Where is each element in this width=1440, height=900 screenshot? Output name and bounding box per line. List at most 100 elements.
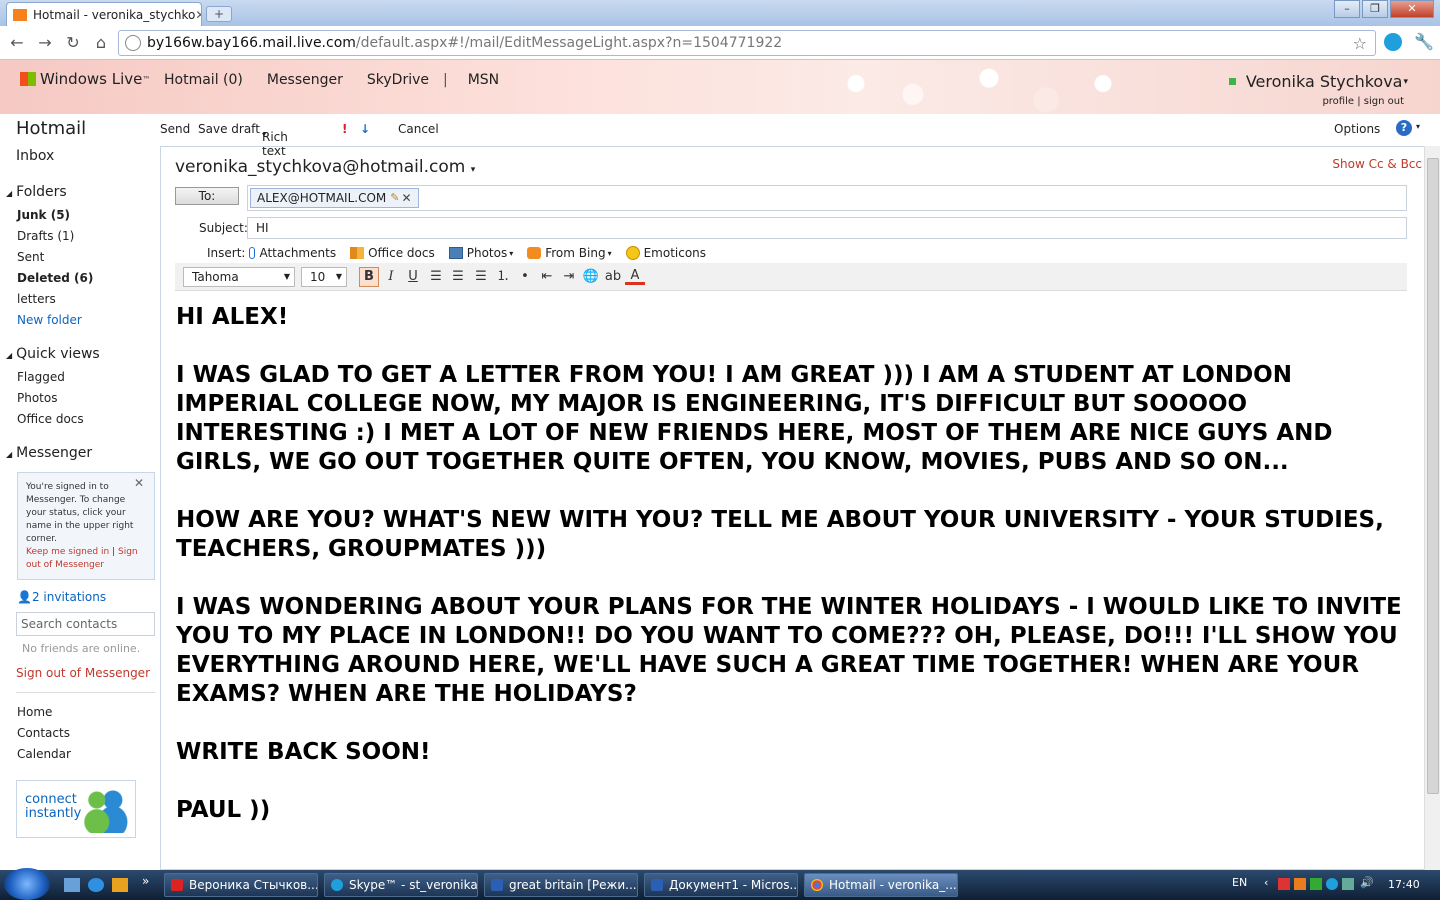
skype-extension-icon[interactable] bbox=[1384, 33, 1402, 51]
insert-attachments[interactable]: Attachments bbox=[249, 246, 336, 260]
to-field[interactable]: ALEX@HOTMAIL.COM ✎ ✕ bbox=[247, 185, 1407, 211]
taskbar-item-opera[interactable]: Вероника Стычков... bbox=[164, 873, 318, 897]
skype-tray-icon[interactable] bbox=[1326, 878, 1338, 890]
sidebar-item-junk[interactable]: Junk (5) bbox=[17, 208, 70, 222]
send-button[interactable]: Send bbox=[160, 122, 190, 136]
sidebar-item-letters[interactable]: letters bbox=[17, 292, 56, 306]
nav-skydrive[interactable]: SkyDrive bbox=[367, 72, 429, 88]
sidebar-item-photos[interactable]: Photos bbox=[17, 391, 57, 405]
home-icon[interactable]: ⌂ bbox=[90, 33, 112, 52]
sidebar-item-inbox[interactable]: Inbox bbox=[16, 148, 54, 164]
clock[interactable]: 17:40 bbox=[1388, 878, 1420, 891]
keep-signed-in-link[interactable]: Keep me signed in bbox=[26, 547, 109, 557]
to-button[interactable]: To: bbox=[175, 187, 239, 205]
save-draft-button[interactable]: Save draft bbox=[198, 122, 260, 136]
caret-down-icon[interactable]: ▾ bbox=[1416, 122, 1420, 131]
maximize-icon[interactable]: ❐ bbox=[1362, 0, 1388, 18]
address-bar[interactable]: by166w.bay166.mail.live.com/default.aspx… bbox=[118, 30, 1376, 56]
align-center-icon[interactable]: ☰ bbox=[448, 267, 468, 287]
close-tab-icon[interactable]: ✕ bbox=[195, 8, 201, 22]
font-family-select[interactable]: Tahoma ▼ bbox=[183, 267, 295, 287]
tray-app-icon[interactable] bbox=[1278, 878, 1290, 890]
sidebar-item-office-docs[interactable]: Office docs bbox=[17, 412, 84, 426]
insert-from-bing[interactable]: From Bing ▾ bbox=[527, 246, 612, 260]
numbered-list-icon[interactable]: ⒈ bbox=[493, 267, 513, 287]
forward-icon[interactable]: → bbox=[34, 33, 56, 52]
network-icon[interactable] bbox=[1342, 878, 1354, 890]
from-address[interactable]: veronika_stychkova@hotmail.com ▾ bbox=[175, 157, 475, 177]
media-player-icon[interactable] bbox=[112, 878, 128, 892]
sidebar-item-sent[interactable]: Sent bbox=[17, 250, 44, 264]
folders-heading[interactable]: ◢ Folders bbox=[6, 184, 67, 200]
insert-link-icon[interactable]: 🌐 bbox=[581, 267, 601, 287]
remove-recipient-icon[interactable]: ✕ bbox=[402, 189, 412, 207]
sign-out-messenger-link[interactable]: Sign out of Messenger bbox=[16, 666, 150, 680]
new-folder-link[interactable]: New folder bbox=[17, 313, 82, 327]
cancel-button[interactable]: Cancel bbox=[398, 122, 439, 136]
quick-launch-expand-icon[interactable]: » bbox=[142, 874, 149, 888]
start-button[interactable] bbox=[4, 868, 50, 900]
internet-explorer-icon[interactable] bbox=[88, 878, 104, 892]
sidebar-item-deleted[interactable]: Deleted (6) bbox=[17, 271, 93, 285]
insert-emoticons[interactable]: Emoticons bbox=[625, 246, 706, 260]
subject-input[interactable]: HI bbox=[247, 217, 1407, 239]
options-button[interactable]: Options bbox=[1334, 122, 1380, 136]
nav-msn[interactable]: MSN bbox=[468, 72, 499, 88]
show-desktop-icon[interactable] bbox=[64, 878, 80, 892]
connect-instantly-ad[interactable]: connect instantly bbox=[16, 780, 136, 838]
minimize-icon[interactable]: – bbox=[1334, 0, 1360, 18]
help-icon[interactable]: ? bbox=[1396, 120, 1412, 136]
tray-app-icon[interactable] bbox=[1310, 878, 1322, 890]
wrench-menu-icon[interactable]: 🔧 bbox=[1414, 32, 1434, 51]
low-importance-icon[interactable]: ↓ bbox=[360, 122, 370, 136]
recipient-chip[interactable]: ALEX@HOTMAIL.COM ✎ ✕ bbox=[250, 188, 419, 208]
sidebar-item-contacts[interactable]: Contacts bbox=[17, 726, 70, 740]
browser-tab[interactable]: Hotmail - veronika_stychko ✕ bbox=[6, 2, 202, 26]
show-cc-bcc-link[interactable]: Show Cc & Bcc bbox=[1332, 157, 1422, 171]
language-indicator[interactable]: EN bbox=[1232, 876, 1247, 889]
highlight-icon[interactable]: ab bbox=[603, 267, 623, 287]
italic-button[interactable]: I bbox=[381, 267, 401, 287]
taskbar-item-chrome-hotmail[interactable]: Hotmail - veronika_... bbox=[804, 873, 958, 897]
high-importance-icon[interactable]: ! bbox=[342, 122, 347, 136]
reload-icon[interactable]: ↻ bbox=[62, 33, 84, 52]
messenger-heading[interactable]: ◢ Messenger bbox=[6, 445, 92, 461]
sign-out-link[interactable]: sign out bbox=[1364, 96, 1404, 107]
sidebar-title[interactable]: Hotmail bbox=[16, 118, 86, 139]
increase-indent-icon[interactable]: ⇥ bbox=[559, 267, 579, 287]
message-body[interactable]: HI ALEX! I WAS GLAD TO GET A LETTER FROM… bbox=[176, 303, 1416, 854]
user-menu[interactable]: Veronika Stychkova ▾ bbox=[1228, 72, 1408, 91]
font-color-icon[interactable]: A bbox=[625, 267, 645, 285]
taskbar-item-skype[interactable]: Skype™ - st_veronika bbox=[324, 873, 478, 897]
page-info-icon[interactable] bbox=[125, 35, 141, 51]
nav-hotmail[interactable]: Hotmail (0) bbox=[164, 72, 243, 88]
insert-photos[interactable]: Photos ▾ bbox=[448, 246, 513, 260]
show-hidden-icons-icon[interactable]: ‹ bbox=[1264, 876, 1268, 889]
back-icon[interactable]: ← bbox=[6, 33, 28, 52]
sidebar-item-drafts[interactable]: Drafts (1) bbox=[17, 229, 74, 243]
bold-button[interactable]: B bbox=[359, 267, 379, 287]
sidebar-item-home[interactable]: Home bbox=[17, 705, 52, 719]
font-size-select[interactable]: 10 ▼ bbox=[301, 267, 347, 287]
new-tab-button[interactable]: + bbox=[206, 6, 232, 22]
underline-button[interactable]: U bbox=[403, 267, 423, 287]
edit-pencil-icon[interactable]: ✎ bbox=[390, 189, 399, 207]
decrease-indent-icon[interactable]: ⇤ bbox=[537, 267, 557, 287]
volume-icon[interactable]: 🔊 bbox=[1360, 876, 1374, 889]
taskbar-item-word-great-britain[interactable]: great britain [Режи... bbox=[484, 873, 638, 897]
close-window-icon[interactable]: ✕ bbox=[1390, 0, 1434, 18]
bookmark-star-icon[interactable]: ☆ bbox=[1353, 34, 1367, 53]
sidebar-item-calendar[interactable]: Calendar bbox=[17, 747, 71, 761]
align-left-icon[interactable]: ☰ bbox=[426, 267, 446, 287]
align-right-icon[interactable]: ☰ bbox=[471, 267, 491, 287]
windows-live-logo[interactable]: Windows Live ™ bbox=[20, 70, 150, 88]
sidebar-item-flagged[interactable]: Flagged bbox=[17, 370, 65, 384]
tray-app-icon[interactable] bbox=[1294, 878, 1306, 890]
scrollbar-thumb[interactable] bbox=[1427, 158, 1439, 794]
invitations-link[interactable]: 👤2 invitations bbox=[17, 590, 106, 604]
nav-messenger[interactable]: Messenger bbox=[267, 72, 343, 88]
quick-views-heading[interactable]: ◢ Quick views bbox=[6, 346, 100, 362]
insert-office-docs[interactable]: Office docs bbox=[350, 246, 435, 260]
bulleted-list-icon[interactable]: • bbox=[515, 267, 535, 287]
taskbar-item-word-document[interactable]: Документ1 - Micros... bbox=[644, 873, 798, 897]
